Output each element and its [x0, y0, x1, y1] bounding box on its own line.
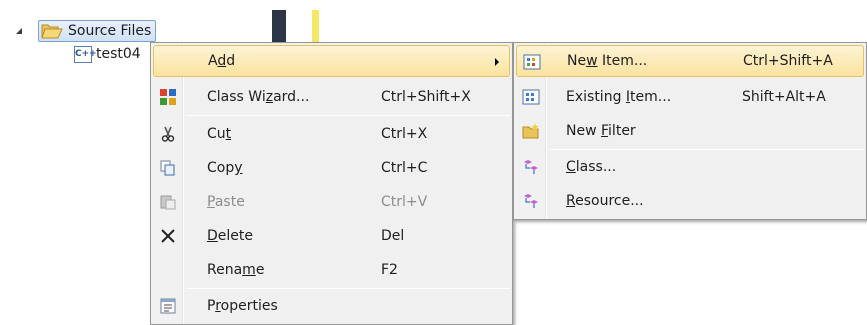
- resource-icon: [522, 192, 540, 210]
- menu-item-paste[interactable]: Paste Ctrl+V: [153, 186, 510, 218]
- menu-item-properties[interactable]: Properties: [153, 290, 510, 322]
- add-submenu: New Item... Ctrl+Shift+A Existing Item..…: [513, 42, 867, 220]
- file-label: test04: [96, 46, 141, 62]
- menu-item-label: Cut: [207, 126, 232, 142]
- existing-item-icon: [522, 88, 540, 106]
- menu-item-label: Delete: [207, 228, 253, 244]
- menu-item-label: New Item...: [567, 53, 648, 69]
- new-item-icon: [523, 53, 541, 71]
- tree-item-source-files[interactable]: Source Files: [38, 20, 157, 42]
- menu-item-cut[interactable]: Cut Ctrl+X: [153, 118, 510, 150]
- menu-item-shortcut: Ctrl+Shift+X: [381, 89, 471, 105]
- menu-item-copy[interactable]: Copy Ctrl+C: [153, 152, 510, 184]
- menu-item-new-item[interactable]: New Item... Ctrl+Shift+A: [516, 45, 864, 77]
- menu-item-shortcut: Ctrl+C: [381, 160, 428, 176]
- menu-item-class[interactable]: Class...: [516, 151, 864, 183]
- scissors-icon: [159, 125, 177, 143]
- folder-open-icon: [41, 24, 63, 39]
- menu-item-new-filter[interactable]: New Filter: [516, 115, 864, 147]
- menu-separator: [187, 115, 510, 116]
- menu-item-class-wizard[interactable]: Class Wizard... Ctrl+Shift+X: [153, 81, 510, 113]
- menu-item-shortcut: Shift+Alt+A: [742, 89, 826, 105]
- menu-item-shortcut: Ctrl+Shift+A: [743, 53, 833, 69]
- class-icon: [522, 158, 540, 176]
- menu-separator: [187, 288, 510, 289]
- menu-item-resource[interactable]: Resource...: [516, 185, 864, 217]
- menu-item-label: Rename: [207, 262, 265, 278]
- menu-item-label: Paste: [207, 194, 245, 210]
- folder-label: Source Files: [68, 23, 152, 39]
- submenu-arrow-icon: [495, 58, 499, 66]
- delete-icon: [159, 227, 177, 245]
- menu-item-label: Class...: [566, 159, 617, 175]
- menu-item-shortcut: Ctrl+X: [381, 126, 428, 142]
- class-wizard-icon: [159, 88, 177, 106]
- editor-margin: [272, 10, 286, 42]
- tree-item-test04[interactable]: C++ test04: [74, 43, 141, 65]
- menu-item-add[interactable]: Add: [153, 45, 510, 77]
- new-filter-icon: [522, 122, 540, 140]
- menu-item-shortcut: Ctrl+V: [381, 194, 428, 210]
- menu-item-label: Copy: [207, 160, 243, 176]
- menu-item-label: Class Wizard...: [207, 89, 310, 105]
- paste-icon: [159, 193, 177, 211]
- menu-item-label: Properties: [207, 298, 278, 314]
- menu-item-label: Add: [208, 53, 236, 69]
- menu-item-delete[interactable]: Delete Del: [153, 220, 510, 252]
- cpp-file-icon: C++: [74, 45, 97, 63]
- menu-item-label: Existing Item...: [566, 89, 672, 105]
- menu-item-existing-item[interactable]: Existing Item... Shift+Alt+A: [516, 81, 864, 113]
- menu-item-rename[interactable]: Rename F2: [153, 254, 510, 286]
- copy-icon: [159, 159, 177, 177]
- menu-item-label: New Filter: [566, 123, 636, 139]
- menu-separator: [550, 149, 864, 150]
- menu-item-shortcut: F2: [381, 262, 398, 278]
- editor-change-marker: [312, 10, 319, 42]
- menu-item-shortcut: Del: [381, 228, 405, 244]
- menu-item-label: Resource...: [566, 193, 644, 209]
- collapse-triangle-icon[interactable]: [14, 26, 24, 36]
- context-menu: Add Class Wizard... Ctrl+Shift+X Cut Ctr…: [150, 42, 513, 325]
- properties-icon: [159, 297, 177, 315]
